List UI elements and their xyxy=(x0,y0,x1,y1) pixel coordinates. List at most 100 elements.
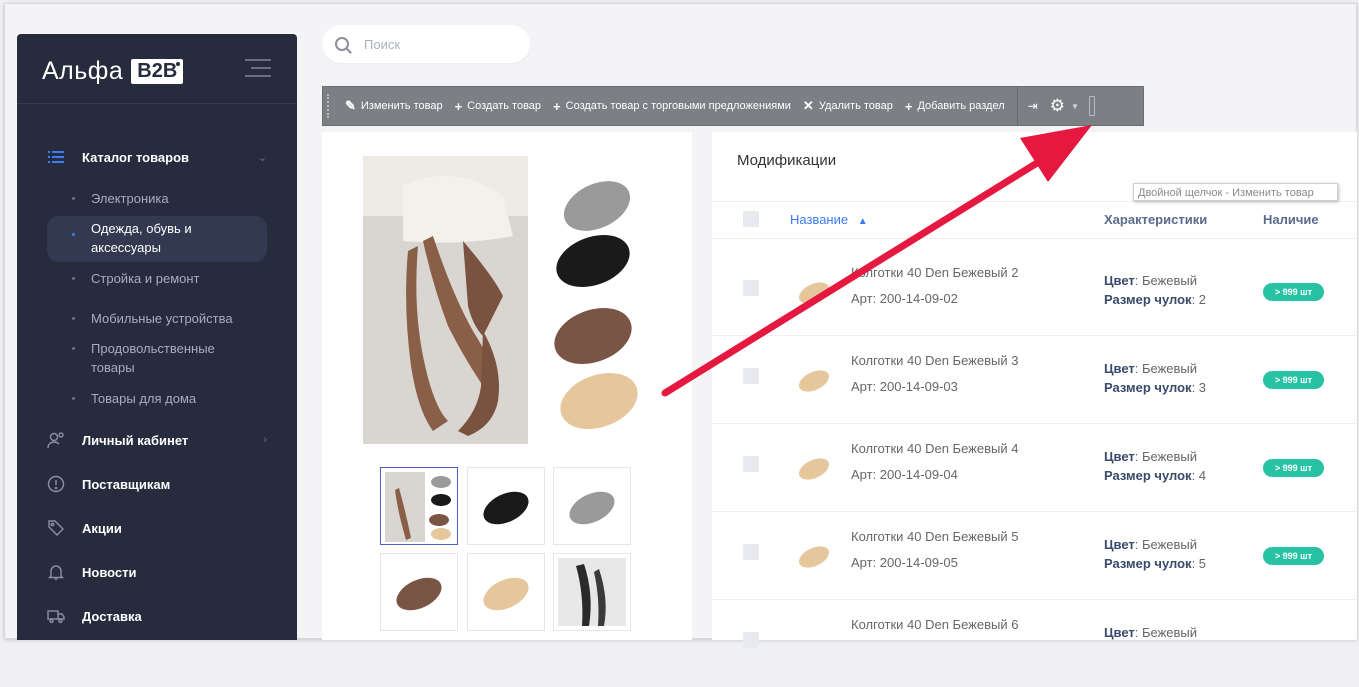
row-size: Размер чулок: 5 xyxy=(1104,556,1206,571)
menu-toggle-icon[interactable] xyxy=(245,59,271,83)
row-article: Арт: 200-14-09-02 xyxy=(851,291,958,306)
sidebar-item-label: Поставщикам xyxy=(82,476,171,492)
pencil-icon: ✎ xyxy=(345,98,356,113)
sidebar-item-label: Новости xyxy=(82,564,137,580)
sidebar-item-catalog[interactable]: Каталог товаров ⌄ xyxy=(17,145,297,169)
product-thumbnail[interactable] xyxy=(467,467,545,545)
sidebar-item-news[interactable]: Новости xyxy=(17,560,297,584)
sidebar-subitem-mobile[interactable]: Мобильные устройства xyxy=(47,309,267,328)
sidebar-subitem-food[interactable]: Продовольственные товары xyxy=(47,339,267,377)
row-name-link[interactable]: Колготки 40 Den Бежевый 2 xyxy=(851,265,1018,280)
logo[interactable]: Альфа B2B xyxy=(42,56,184,86)
row-checkbox[interactable] xyxy=(743,368,759,384)
bell-icon xyxy=(46,562,66,582)
edit-product-button[interactable]: ✎ Изменить товар xyxy=(345,98,443,114)
product-main-image[interactable] xyxy=(363,156,653,446)
create-product-with-offers-button[interactable]: + Создать товар с торговыми предложениям… xyxy=(553,99,791,114)
row-size-value: : 5 xyxy=(1191,556,1207,571)
select-all-checkbox[interactable] xyxy=(743,211,759,227)
row-color-label: Цвет xyxy=(1104,449,1135,464)
tooltip: Двойной щелчок - Изменить товар xyxy=(1133,183,1338,201)
product-thumbnail[interactable] xyxy=(380,467,458,545)
toolbar-divider xyxy=(1016,86,1018,126)
row-name-link[interactable]: Колготки 40 Den Бежевый 4 xyxy=(851,441,1018,456)
stock-badge: > 999 шт xyxy=(1263,459,1324,477)
stock-badge: > 999 шт xyxy=(1263,371,1324,389)
table-row[interactable]: Колготки 40 Den Бежевый 2 Арт: 200-14-09… xyxy=(712,247,1357,336)
delete-product-button[interactable]: ✕ Удалить товар xyxy=(803,98,893,114)
row-checkbox[interactable] xyxy=(743,632,759,648)
row-size-label: Размер чулок xyxy=(1104,380,1192,395)
product-thumb-image xyxy=(794,365,834,402)
row-checkbox[interactable] xyxy=(743,544,759,560)
row-article: Арт: 200-14-09-04 xyxy=(851,467,958,482)
product-thumb-image xyxy=(794,541,834,578)
sidebar-item-promotions[interactable]: Акции xyxy=(17,516,297,540)
modifications-panel: Модификации Название ▲ Характеристики На… xyxy=(712,132,1357,648)
sidebar-item-label: Доставка xyxy=(82,608,142,624)
row-size: Размер чулок: 2 xyxy=(1104,292,1206,307)
row-color: Цвет: Бежевый xyxy=(1104,273,1197,288)
chevron-down-icon[interactable]: ▼ xyxy=(1071,102,1079,111)
table-row[interactable]: Колготки 40 Den Бежевый 3 Арт: 200-14-09… xyxy=(712,335,1357,424)
product-thumbnail[interactable] xyxy=(553,467,631,545)
delete-product-label: Удалить товар xyxy=(818,100,893,112)
sidebar-item-label: Личный кабинет xyxy=(82,432,189,448)
toolbar-grip-handle[interactable] xyxy=(327,94,333,118)
add-section-button[interactable]: + Добавить раздел xyxy=(905,99,1005,114)
sort-asc-icon: ▲ xyxy=(857,216,868,227)
stock-badge: > 999 шт xyxy=(1263,547,1324,565)
row-size: Размер чулок: 4 xyxy=(1104,468,1206,483)
product-thumbnail[interactable] xyxy=(553,553,631,631)
edit-toolbar: ✎ Изменить товар + Создать товар + Созда… xyxy=(322,86,1144,126)
create-product-label: Создать товар xyxy=(467,100,542,112)
product-thumb-image xyxy=(794,453,834,490)
product-thumbnail[interactable] xyxy=(467,553,545,631)
logo-text: Альфа xyxy=(42,56,124,85)
sidebar-subitem-home[interactable]: Товары для дома xyxy=(47,389,267,408)
chevron-right-icon: › xyxy=(263,434,267,446)
pin-icon[interactable]: ⇥ xyxy=(1028,99,1038,113)
sidebar-item-delivery[interactable]: Доставка xyxy=(17,604,297,628)
row-checkbox[interactable] xyxy=(743,456,759,472)
list-icon xyxy=(46,147,66,167)
row-size-value: : 4 xyxy=(1191,468,1207,483)
sidebar: Альфа B2B Каталог товаров ⌄ Электроника … xyxy=(17,34,297,640)
search-icon xyxy=(335,37,349,51)
sidebar-subitem-label: Стройка и ремонт xyxy=(91,271,200,286)
row-color-value: : Бежевый xyxy=(1134,361,1198,376)
sidebar-subitem-label: Электроника xyxy=(91,191,169,206)
sidebar-item-account[interactable]: Личный кабинет › xyxy=(17,428,297,452)
sidebar-subitem-construction[interactable]: Стройка и ремонт xyxy=(47,269,267,288)
modifications-title: Модификации xyxy=(737,152,837,169)
row-name-link[interactable]: Колготки 40 Den Бежевый 5 xyxy=(851,529,1018,544)
row-article: Арт: 200-14-09-03 xyxy=(851,379,958,394)
plus-icon: + xyxy=(553,98,561,114)
sidebar-divider xyxy=(17,103,297,104)
row-color-value: : Бежевый xyxy=(1134,273,1198,288)
product-thumb-image xyxy=(794,277,834,314)
row-color-value: : Бежевый xyxy=(1134,625,1198,640)
sidebar-item-label: Акции xyxy=(82,520,122,536)
row-color-value: : Бежевый xyxy=(1134,537,1198,552)
gear-icon[interactable]: ⚙ xyxy=(1050,96,1065,116)
sidebar-subitem-electronics[interactable]: Электроника xyxy=(47,189,267,208)
create-product-button[interactable]: + Создать товар xyxy=(455,99,541,114)
row-color-label: Цвет xyxy=(1104,273,1135,288)
search-bar[interactable] xyxy=(322,25,530,63)
table-row[interactable]: Колготки 40 Den Бежевый 5 Арт: 200-14-09… xyxy=(712,511,1357,600)
row-name-link[interactable]: Колготки 40 Den Бежевый 6 xyxy=(851,617,1018,632)
sidebar-subitem-label: Мобильные устройства xyxy=(91,311,233,326)
plus-icon: + xyxy=(904,98,913,114)
column-header-name[interactable]: Название ▲ xyxy=(790,212,868,227)
table-row[interactable]: Колготки 40 Den Бежевый 6 Цвет: Бежевый xyxy=(712,599,1357,687)
sidebar-subitem-label: Одежда, обувь и аксессуары xyxy=(91,221,192,255)
row-name-link[interactable]: Колготки 40 Den Бежевый 3 xyxy=(851,353,1018,368)
row-checkbox[interactable] xyxy=(743,280,759,296)
sidebar-subitem-clothing[interactable]: Одежда, обувь и аксессуары xyxy=(47,216,267,262)
sidebar-item-suppliers[interactable]: Поставщикам xyxy=(17,472,297,496)
product-thumbnail[interactable] xyxy=(380,553,458,631)
table-row[interactable]: Колготки 40 Den Бежевый 4 Арт: 200-14-09… xyxy=(712,423,1357,512)
search-input[interactable] xyxy=(362,35,516,53)
toolbar-handle[interactable] xyxy=(1088,96,1095,116)
